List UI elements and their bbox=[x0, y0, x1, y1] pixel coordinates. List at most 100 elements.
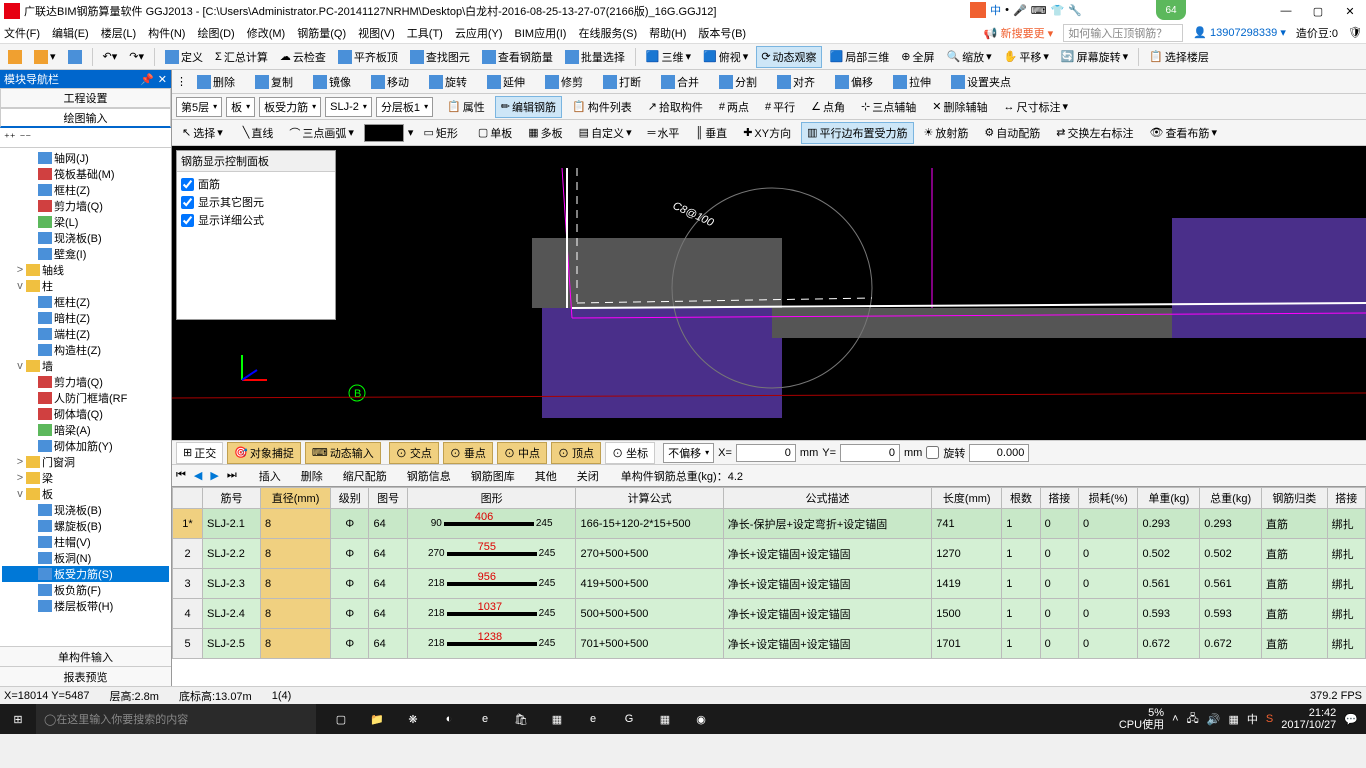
select-floor-button[interactable]: 📋 选择楼层 bbox=[1145, 47, 1213, 67]
app3-icon[interactable]: ▦ bbox=[540, 704, 574, 734]
edit-tool[interactable]: 移动 bbox=[365, 71, 415, 93]
grid-header[interactable]: 搭接 bbox=[1040, 488, 1078, 509]
cell[interactable]: 64 bbox=[369, 599, 407, 629]
cell[interactable]: 净长+设定锚固+设定锚固 bbox=[723, 599, 931, 629]
cell[interactable]: 1500 bbox=[932, 599, 1002, 629]
rotate-check[interactable] bbox=[926, 446, 939, 459]
tree-node[interactable]: >轴线 bbox=[2, 262, 169, 278]
ime-cloth-icon[interactable]: 👕 bbox=[1051, 4, 1065, 17]
rebar-grid[interactable]: 筋号直径(mm)级别图号图形计算公式公式描述长度(mm)根数搭接损耗(%)单重(… bbox=[172, 486, 1366, 686]
dyn-toggle[interactable]: ⌨ 动态输入 bbox=[305, 442, 381, 464]
task-view-icon[interactable]: ▢ bbox=[324, 704, 358, 734]
nav-last[interactable]: ⏭ bbox=[227, 469, 237, 482]
cell[interactable]: 500+500+500 bbox=[576, 599, 723, 629]
floor-combo[interactable]: 第5层 bbox=[176, 97, 222, 117]
cell[interactable]: 0 bbox=[1078, 599, 1138, 629]
row-number[interactable]: 1* bbox=[173, 509, 203, 539]
cell[interactable]: 166-15+120-2*15+500 bbox=[576, 509, 723, 539]
tab-draw-input[interactable]: 绘图输入 bbox=[0, 108, 171, 128]
color-picker[interactable] bbox=[364, 124, 404, 142]
single-slab-tool[interactable]: ▢ 单板 bbox=[472, 122, 518, 144]
tray-sogou-icon[interactable]: S bbox=[1266, 713, 1273, 725]
edit-tool[interactable]: 合并 bbox=[655, 71, 705, 93]
rebar-tool[interactable]: 删除 bbox=[295, 465, 329, 487]
snap-point[interactable]: ⊙ 垂点 bbox=[443, 442, 493, 464]
menu-item[interactable]: 编辑(E) bbox=[52, 25, 89, 41]
custom-tool[interactable]: ▤ 自定义▾ bbox=[573, 122, 638, 144]
cell[interactable]: SLJ-2.4 bbox=[203, 599, 261, 629]
point-angle-button[interactable]: ∠ 点角 bbox=[805, 96, 851, 118]
tree-node[interactable]: 框柱(Z) bbox=[2, 182, 169, 198]
tree-node[interactable]: 砌体加筋(Y) bbox=[2, 438, 169, 454]
cell[interactable]: SLJ-2.3 bbox=[203, 569, 261, 599]
edit-tool[interactable]: 旋转 bbox=[423, 71, 473, 93]
grid-header[interactable]: 总重(kg) bbox=[1200, 488, 1262, 509]
tree-node[interactable]: 轴网(J) bbox=[2, 150, 169, 166]
cell[interactable]: 218956245 bbox=[407, 569, 576, 599]
grid-header[interactable]: 损耗(%) bbox=[1078, 488, 1138, 509]
snap-point[interactable]: ⊙ 坐标 bbox=[605, 442, 655, 464]
app5-icon[interactable]: ▦ bbox=[648, 704, 682, 734]
tree-node[interactable]: 人防门框墙(RF bbox=[2, 390, 169, 406]
3d-button[interactable]: 🟦 三维▾ bbox=[642, 47, 695, 67]
menu-item[interactable]: 在线服务(S) bbox=[578, 25, 637, 41]
cell[interactable]: 64 bbox=[369, 629, 407, 659]
store-icon[interactable]: 🛍 bbox=[504, 704, 538, 734]
rebar-tool[interactable]: 缩尺配筋 bbox=[337, 465, 393, 487]
rotate-screen-button[interactable]: 🔄 屏幕旋转▾ bbox=[1057, 47, 1132, 67]
menu-item[interactable]: 文件(F) bbox=[4, 25, 40, 41]
tree-node[interactable]: 现浇板(B) bbox=[2, 502, 169, 518]
grid-header[interactable]: 筋号 bbox=[203, 488, 261, 509]
ortho-toggle[interactable]: ⊞ 正交 bbox=[176, 442, 223, 464]
tray-vol-icon[interactable]: 🔊 bbox=[1207, 713, 1221, 726]
orbit-button[interactable]: ⟳ 动态观察 bbox=[756, 46, 821, 68]
cell[interactable]: 0 bbox=[1078, 509, 1138, 539]
rebar-tool[interactable]: 插入 bbox=[253, 465, 287, 487]
cell[interactable]: 绑扎 bbox=[1327, 629, 1365, 659]
tab-project-settings[interactable]: 工程设置 bbox=[0, 88, 171, 108]
cell[interactable]: 701+500+500 bbox=[576, 629, 723, 659]
tree-node[interactable]: 板受力筋(S) bbox=[2, 566, 169, 582]
subcategory-combo[interactable]: 板受力筋 bbox=[259, 97, 321, 117]
batch-select-button[interactable]: 批量选择 bbox=[561, 47, 629, 67]
osnap-toggle[interactable]: 🎯 对象捕捉 bbox=[227, 442, 301, 464]
view-rebar-button[interactable]: 查看钢筋量 bbox=[478, 47, 557, 67]
cell[interactable]: 直筋 bbox=[1262, 509, 1328, 539]
help-search[interactable]: 如何输入压顶钢筋？ bbox=[1063, 24, 1183, 42]
tree-node[interactable]: 剪力墙(Q) bbox=[2, 374, 169, 390]
cell[interactable]: 8 bbox=[261, 599, 331, 629]
tree-node[interactable]: >门窗洞 bbox=[2, 454, 169, 470]
props-button[interactable]: 📋 属性 bbox=[441, 96, 491, 118]
row-number[interactable]: 5 bbox=[173, 629, 203, 659]
cloud-check-button[interactable]: ☁ 云检查 bbox=[276, 47, 330, 67]
explorer-icon[interactable]: 📁 bbox=[360, 704, 394, 734]
ime-punct[interactable]: • bbox=[1005, 4, 1009, 16]
sogou-icon[interactable] bbox=[970, 2, 986, 18]
cell[interactable]: 1 bbox=[1002, 629, 1040, 659]
cell[interactable]: Φ bbox=[331, 509, 369, 539]
tree-node[interactable]: 板洞(N) bbox=[2, 550, 169, 566]
cell[interactable]: 净长+设定锚固+设定锚固 bbox=[723, 569, 931, 599]
nav-first[interactable]: ⏮ bbox=[176, 469, 186, 482]
cell[interactable]: 绑扎 bbox=[1327, 599, 1365, 629]
rotate-input[interactable] bbox=[969, 444, 1029, 462]
menu-item[interactable]: 工具(T) bbox=[407, 25, 443, 41]
edit-tool[interactable]: 复制 bbox=[249, 71, 299, 93]
snap-point[interactable]: ⊙ 交点 bbox=[389, 442, 439, 464]
tree-node[interactable]: 板负筋(F) bbox=[2, 582, 169, 598]
cell[interactable]: 8 bbox=[261, 629, 331, 659]
redo-button[interactable]: ↷▾ bbox=[125, 48, 148, 65]
cell[interactable]: Φ bbox=[331, 599, 369, 629]
cell[interactable]: 净长-保护层+设定弯折+设定锚固 bbox=[723, 509, 931, 539]
minimize-button[interactable]: — bbox=[1274, 2, 1298, 20]
cell[interactable]: 0.672 bbox=[1200, 629, 1262, 659]
rebar-tool[interactable]: 钢筋图库 bbox=[465, 465, 521, 487]
menu-item[interactable]: 钢筋量(Q) bbox=[297, 25, 346, 41]
tray-notif-icon[interactable]: 💬 bbox=[1344, 713, 1358, 726]
tab-report-preview[interactable]: 报表预览 bbox=[0, 666, 171, 686]
cell[interactable]: 绑扎 bbox=[1327, 569, 1365, 599]
cell[interactable]: 直筋 bbox=[1262, 569, 1328, 599]
cell[interactable]: 64 bbox=[369, 569, 407, 599]
menu-item[interactable]: 楼层(L) bbox=[101, 25, 136, 41]
radial-tool[interactable]: ☀ 放射筋 bbox=[918, 122, 975, 144]
